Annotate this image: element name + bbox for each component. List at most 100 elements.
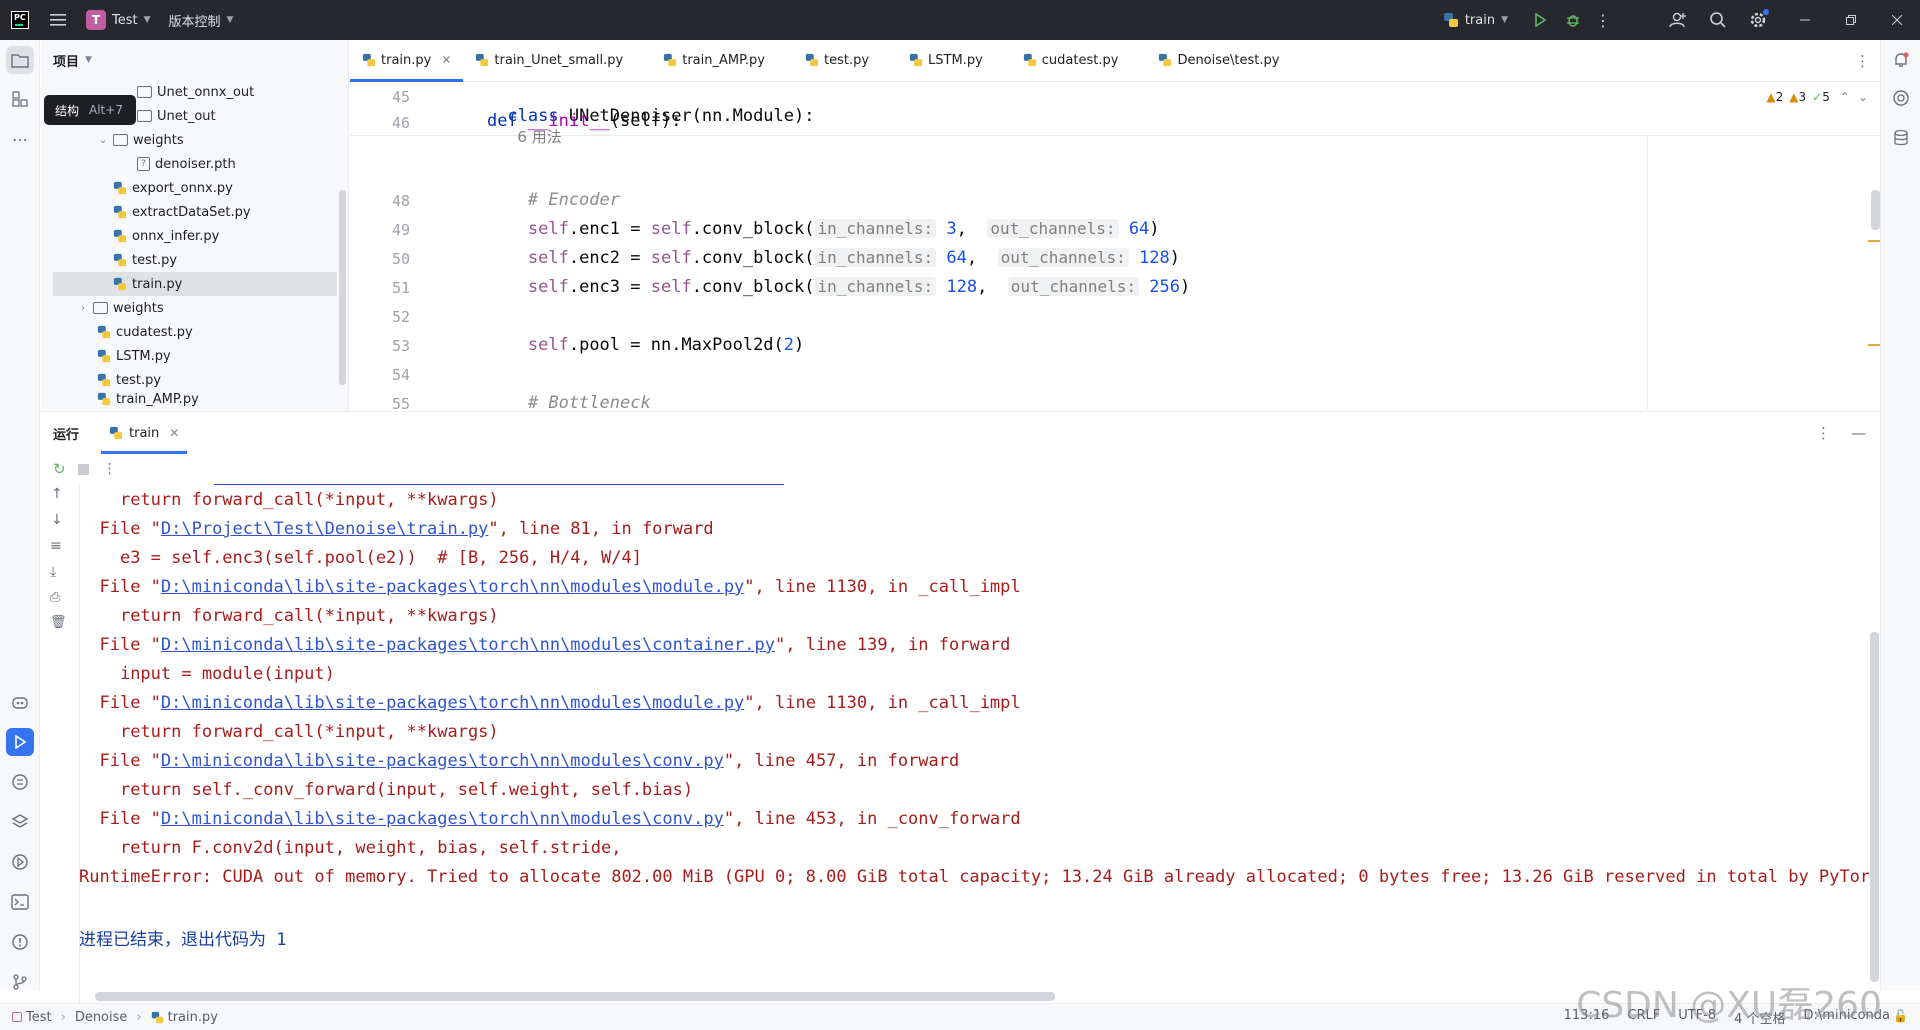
close-icon[interactable] [1874, 0, 1920, 40]
ai-assistant-icon[interactable] [1887, 84, 1915, 112]
breadcrumb-item[interactable]: Test [26, 1010, 52, 1025]
minimize-icon[interactable] [1782, 0, 1828, 40]
chevron-down-icon[interactable]: ⌄ [1858, 90, 1868, 104]
code-line[interactable]: self.pool = nn.MaxPool2d(2) [446, 335, 804, 355]
file-link[interactable]: D:\miniconda\lib\site-packages\torch\nn\… [161, 577, 744, 597]
chevron-down-icon[interactable]: ⌄ [97, 135, 109, 146]
chevron-right-icon[interactable]: › [77, 303, 89, 314]
project-tool-icon[interactable] [6, 46, 34, 74]
file-link[interactable]: D:\miniconda\lib\site-packages\torch\nn\… [161, 635, 775, 655]
more-options-icon[interactable]: ⋮ [1816, 424, 1831, 442]
lock-icon[interactable]: 🔓 [1893, 1009, 1908, 1023]
tab-cudatest-py[interactable]: cudatest.py [1011, 39, 1147, 81]
problems-icon[interactable] [6, 928, 34, 956]
search-icon[interactable] [1698, 0, 1738, 40]
main-menu-icon[interactable] [40, 0, 76, 40]
tab-train-py[interactable]: train.py ✕ [350, 39, 464, 82]
settings-gear-icon[interactable] [1738, 0, 1778, 40]
tree-item[interactable]: LSTM.py [53, 344, 337, 368]
interpreter[interactable]: D:\miniconda [1804, 1008, 1890, 1027]
print-icon[interactable]: ⎙ [50, 590, 60, 605]
error-stripe-mark[interactable] [1868, 240, 1880, 242]
chevron-up-icon[interactable]: ⌃ [1840, 90, 1850, 104]
scroll-down-icon[interactable]: ↓ [51, 512, 63, 528]
breadcrumb-item[interactable]: Denoise [75, 1010, 128, 1025]
inspection-widget[interactable]: ▲ 2 ▲ 3 ✓ 5 ⌃ ⌄ [1766, 88, 1868, 106]
indent-setting[interactable]: 4 个空格 [1734, 1008, 1785, 1027]
tree-item[interactable]: onnx_infer.py [53, 224, 337, 248]
tree-item[interactable]: test.py [53, 248, 337, 272]
tab-more-icon[interactable]: ⋮ [1855, 52, 1870, 70]
tree-item[interactable]: export_onnx.py [53, 176, 337, 200]
tab-lstm-py[interactable]: LSTM.py [897, 39, 1011, 81]
console-vscrollbar[interactable] [1870, 632, 1879, 982]
git-icon[interactable] [6, 968, 34, 996]
scroll-up-icon[interactable]: ↑ [51, 486, 63, 502]
run-icon[interactable] [1522, 0, 1558, 40]
vcs-widget[interactable]: 版本控制 ▼ [169, 0, 234, 40]
line-separator[interactable]: CRLF [1627, 1008, 1660, 1027]
code-line[interactable]: def __init__(self): [446, 111, 682, 131]
more-actions-icon[interactable]: ⋮ [103, 461, 117, 477]
tab-train-amp-py[interactable]: train_AMP.py [651, 39, 793, 81]
tab-test-py[interactable]: test.py [793, 39, 897, 81]
rerun-icon[interactable]: ↻ [53, 460, 66, 478]
more-tools-icon[interactable]: ⋯ [6, 125, 34, 153]
run-config-selector[interactable]: train ▼ [1443, 0, 1508, 40]
tree-item[interactable]: extractDataSet.py [53, 200, 337, 224]
scroll-to-end-icon[interactable]: ⤓ [50, 564, 56, 580]
close-icon[interactable]: ✕ [441, 53, 451, 67]
clear-icon[interactable]: 🗑 [50, 615, 67, 630]
error-stripe-mark[interactable] [1868, 344, 1880, 346]
hide-panel-icon[interactable]: — [1851, 424, 1866, 442]
caret-position[interactable]: 113:16 [1564, 1008, 1610, 1027]
code-line[interactable]: # Bottleneck [446, 393, 651, 413]
code-line[interactable]: self.enc2 = self.conv_block(in_channels:… [446, 248, 1180, 268]
soft-wrap-icon[interactable]: ≡ [50, 538, 62, 554]
breadcrumb-item[interactable]: train.py [168, 1010, 218, 1025]
tree-item[interactable]: cudatest.py [53, 320, 337, 344]
self-keyword: self [527, 248, 569, 268]
tab-train-unet-small-py[interactable]: train_Unet_small.py [463, 39, 651, 81]
tree-item[interactable]: train_AMP.py [53, 392, 337, 406]
file-link[interactable]: D:\miniconda\lib\site-packages\torch\nn\… [161, 751, 724, 771]
project-switcher[interactable]: T Test ▼ [86, 0, 151, 40]
tree-item[interactable]: ⌄ weights [53, 128, 337, 152]
tab-run-train[interactable]: train ✕ [101, 412, 188, 454]
tab-denoise-test-py[interactable]: Denoise\test.py [1146, 39, 1307, 81]
code-line[interactable]: self.enc1 = self.conv_block(in_channels:… [446, 219, 1160, 239]
copilot-icon[interactable] [6, 688, 34, 716]
restore-icon[interactable] [1828, 0, 1874, 40]
services-icon[interactable] [6, 848, 34, 876]
tree-item[interactable]: ? denoiser.pth [53, 152, 337, 176]
debug-icon[interactable] [1558, 0, 1588, 40]
tree-scrollbar[interactable] [339, 190, 346, 385]
more-actions-icon[interactable]: ⋮ [1588, 0, 1618, 40]
code-line[interactable]: # Encoder [446, 190, 620, 210]
run-tool-icon[interactable] [6, 728, 34, 756]
tree-item[interactable]: train.py [53, 272, 337, 296]
update-dot [1763, 9, 1769, 15]
stop-icon[interactable] [77, 463, 89, 475]
database-icon[interactable] [1887, 124, 1915, 152]
project-panel-header[interactable]: 项目 ▼ [41, 40, 348, 80]
run-tab-label: train [129, 425, 160, 441]
python-packages-icon[interactable] [6, 808, 34, 836]
python-console-icon[interactable] [6, 768, 34, 796]
tree-item[interactable]: test.py [53, 368, 337, 392]
file-encoding[interactable]: UTF-8 [1678, 1008, 1716, 1027]
app-logo-icon[interactable]: PC [11, 11, 29, 29]
console-output[interactable]: return forward_call(*input, **kwargs) Fi… [79, 484, 1869, 992]
add-user-icon[interactable] [1658, 0, 1698, 40]
tree-item[interactable]: › weights [53, 296, 337, 320]
structure-tool-icon[interactable] [6, 85, 34, 113]
close-icon[interactable]: ✕ [169, 426, 179, 440]
file-link[interactable]: D:\miniconda\lib\site-packages\torch\nn\… [161, 693, 744, 713]
file-link[interactable]: D:\miniconda\lib\site-packages\torch\nn\… [161, 809, 724, 829]
file-link[interactable]: D:\Project\Test\Denoise\train.py [161, 519, 489, 539]
code-line[interactable]: self.enc3 = self.conv_block(in_channels:… [446, 277, 1190, 297]
console-hscrollbar[interactable] [95, 992, 1055, 1001]
terminal-icon[interactable] [6, 888, 34, 916]
editor-scrollbar[interactable] [1871, 190, 1880, 230]
notifications-icon[interactable] [1887, 46, 1915, 74]
